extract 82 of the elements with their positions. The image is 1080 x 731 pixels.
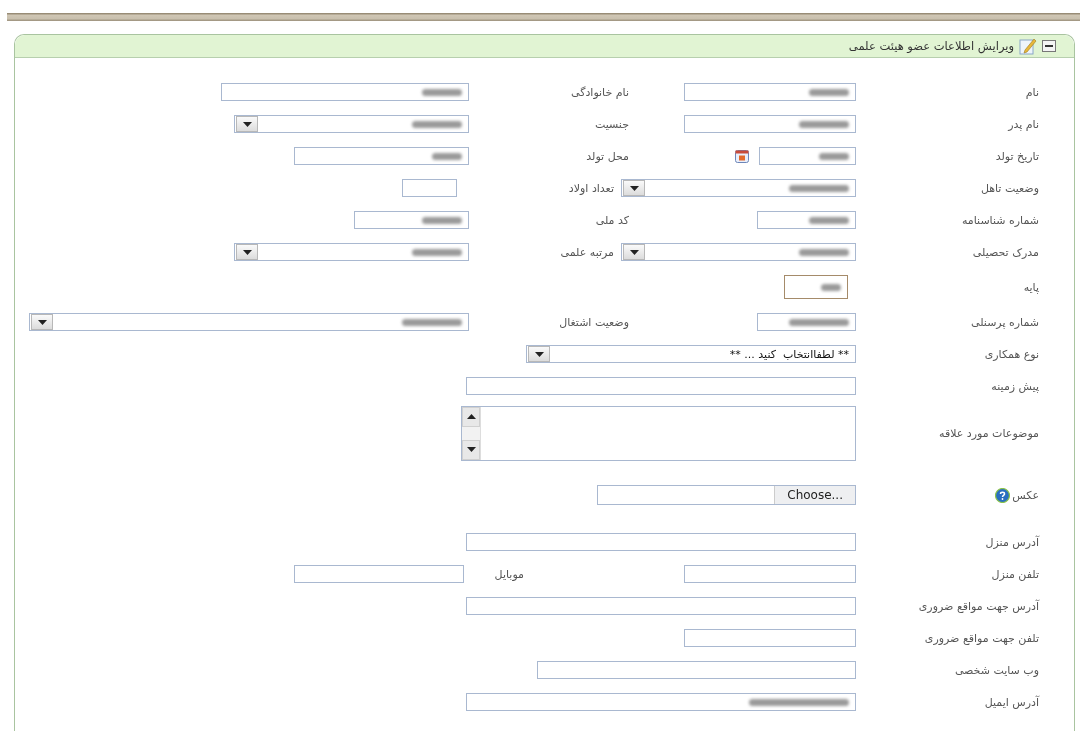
field-label: جنسیت — [594, 117, 629, 131]
caret-down-icon — [242, 121, 252, 127]
choose-button[interactable]: Choose... — [774, 486, 855, 504]
redacted-value — [412, 248, 462, 256]
field-label: پیش زمینه — [991, 379, 1039, 393]
field-label: تلفن جهت مواقع ضروری — [924, 631, 1039, 645]
field-label: وضعیت تاهل — [980, 181, 1039, 195]
caret-down-icon — [37, 319, 47, 325]
redacted-value — [809, 88, 849, 96]
field-label: نام خانوادگی — [571, 85, 629, 99]
redacted-value — [799, 248, 849, 256]
dropdown-button[interactable] — [623, 244, 645, 260]
field-label: نام پدر — [1008, 117, 1039, 131]
pencil-icon — [1019, 37, 1037, 55]
text-field[interactable] — [221, 83, 469, 101]
redacted-value — [422, 216, 462, 224]
field-label: موبایل — [494, 567, 524, 581]
dropdown-button[interactable] — [31, 314, 53, 330]
caret-up-icon — [466, 414, 476, 419]
caret-down-icon — [534, 351, 544, 357]
redacted-value — [422, 88, 462, 96]
text-field[interactable] — [354, 211, 469, 229]
dropdown-button[interactable] — [528, 346, 550, 362]
text-field[interactable] — [294, 565, 464, 583]
field-label: تعداد اولاد — [568, 181, 614, 195]
dropdown-value: ** لطفاانتخاب کنید ... ** — [728, 347, 850, 361]
field-label: پایه — [1023, 280, 1039, 294]
redacted-value — [412, 120, 462, 128]
collapse-icon[interactable] — [1042, 40, 1056, 52]
help-icon[interactable] — [995, 487, 1011, 503]
text-field[interactable] — [294, 147, 469, 165]
redacted-value — [432, 152, 462, 160]
field-label: وضعیت اشتغال — [559, 315, 629, 329]
panel-title: ویرایش اطلاعات عضو هیئت علمی — [848, 39, 1014, 53]
redacted-value — [821, 283, 841, 291]
field-label: شماره شناسنامه — [961, 213, 1039, 227]
text-field[interactable] — [684, 115, 856, 133]
calendar-icon[interactable] — [735, 149, 749, 163]
field-label: نام — [1025, 85, 1039, 99]
redacted-value — [789, 184, 849, 192]
field-label: تاریخ تولد — [995, 149, 1039, 163]
text-field[interactable] — [684, 565, 856, 583]
dropdown-button[interactable] — [236, 116, 258, 132]
dropdown-button[interactable] — [623, 180, 645, 196]
field-label: کد ملی — [595, 213, 629, 227]
field-label: وب سایت شخصی — [954, 663, 1039, 677]
redacted-value — [789, 318, 849, 326]
text-field[interactable] — [684, 83, 856, 101]
field-label: تلفن منزل — [991, 567, 1039, 581]
field-label: مدرک تحصیلی — [972, 245, 1039, 259]
field-label: موضوعات مورد علاقه — [939, 426, 1039, 440]
field-label: شماره پرسنلی — [971, 315, 1039, 329]
text-field[interactable] — [757, 211, 856, 229]
redacted-value — [809, 216, 849, 224]
field-label: نوع همکاری — [984, 347, 1039, 361]
dropdown-button[interactable] — [236, 244, 258, 260]
field-label: آدرس منزل — [985, 535, 1039, 549]
date-field[interactable] — [759, 147, 856, 165]
redacted-value — [819, 152, 849, 160]
scroll-up-button[interactable] — [462, 406, 480, 427]
scroll-down-button[interactable] — [462, 439, 480, 460]
caret-down-icon — [629, 185, 639, 191]
text-field[interactable] — [466, 377, 856, 395]
redacted-value — [799, 120, 849, 128]
text-field[interactable] — [757, 313, 856, 331]
text-field[interactable] — [466, 533, 856, 551]
text-field[interactable] — [466, 597, 856, 615]
text-field[interactable] — [684, 629, 856, 647]
field-label: آدرس جهت مواقع ضروری — [918, 599, 1039, 613]
field-label: آدرس ایمیل — [984, 695, 1039, 709]
field-label: محل تولد — [586, 149, 629, 163]
redacted-value — [402, 318, 462, 326]
caret-down-icon — [466, 447, 476, 452]
text-field[interactable] — [402, 179, 457, 197]
caret-down-icon — [629, 249, 639, 255]
text-field[interactable] — [537, 661, 856, 679]
field-label: مرتبه علمی — [560, 245, 614, 259]
text-field[interactable] — [466, 693, 856, 711]
field-label: عکس — [1012, 488, 1039, 502]
dropdown[interactable]: ** لطفاانتخاب کنید ... ** — [526, 345, 856, 363]
text-field[interactable] — [784, 275, 848, 299]
caret-down-icon — [242, 249, 252, 255]
